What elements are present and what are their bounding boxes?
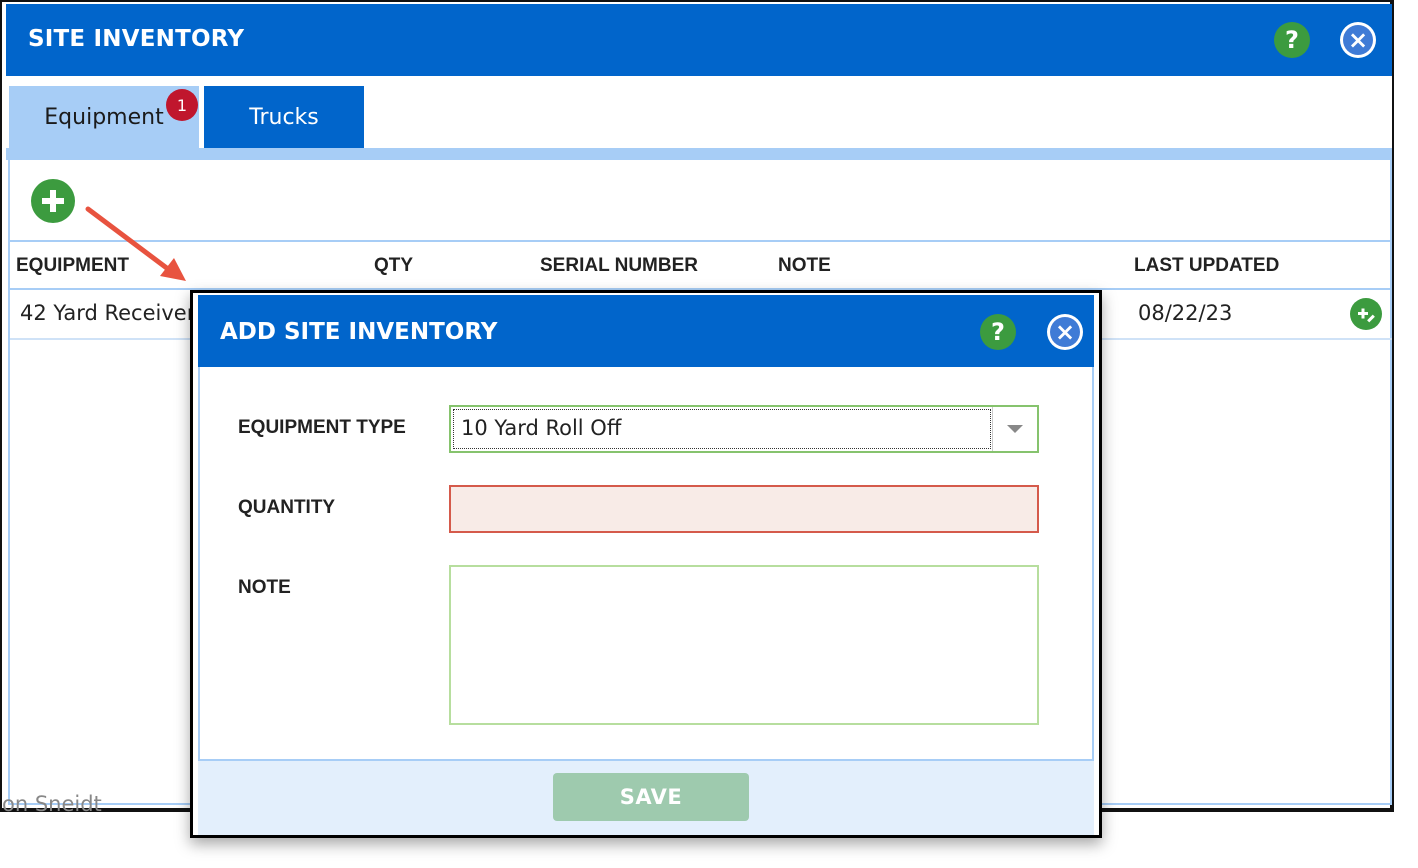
close-x-glyph: × — [1343, 25, 1373, 55]
note-textarea[interactable] — [449, 565, 1039, 725]
equipment-type-value: 10 Yard Roll Off — [461, 416, 622, 440]
window-header: SITE INVENTORY ? × — [6, 4, 1392, 76]
table-header: EQUIPMENT QTY SERIAL NUMBER NOTE LAST UP… — [10, 240, 1392, 290]
notification-badge: 1 — [166, 89, 198, 121]
tab-trucks[interactable]: Trucks — [204, 86, 364, 148]
add-equipment-button[interactable] — [31, 179, 75, 223]
dialog-close-icon[interactable]: × — [1047, 314, 1083, 350]
equipment-type-select[interactable]: 10 Yard Roll Off — [449, 405, 1039, 453]
tab-bar: Equipment Trucks — [6, 76, 1392, 160]
dialog-help-icon[interactable]: ? — [980, 314, 1016, 350]
window-title: SITE INVENTORY — [28, 26, 245, 52]
column-equipment[interactable]: EQUIPMENT — [16, 255, 129, 277]
note-label: NOTE — [238, 577, 291, 598]
cell-equipment: 42 Yard Receiver — [20, 301, 196, 325]
tab-trucks-label: Trucks — [249, 104, 319, 130]
chevron-down-icon[interactable] — [992, 407, 1037, 451]
dialog-header: ADD SITE INVENTORY ? × — [198, 295, 1094, 367]
background-text-fragment: on Sneidt — [2, 792, 102, 816]
plus-minus-icon — [1358, 308, 1375, 323]
tab-equipment-label: Equipment — [44, 104, 164, 130]
column-qty[interactable]: QTY — [374, 255, 413, 277]
dialog-footer: SAVE — [198, 761, 1094, 835]
column-note[interactable]: NOTE — [778, 255, 831, 277]
column-last-updated[interactable]: LAST UPDATED — [1134, 255, 1279, 277]
dialog-close-x-glyph: × — [1050, 317, 1080, 347]
dialog-title: ADD SITE INVENTORY — [220, 319, 498, 345]
save-button[interactable]: SAVE — [553, 773, 749, 821]
quantity-input[interactable] — [449, 485, 1039, 533]
plus-icon — [42, 190, 64, 212]
quantity-label: QUANTITY — [238, 497, 336, 518]
help-icon[interactable]: ? — [1274, 22, 1310, 58]
cell-last-updated: 08/22/23 — [1138, 301, 1233, 325]
close-icon[interactable]: × — [1340, 22, 1376, 58]
column-serial-number[interactable]: SERIAL NUMBER — [540, 255, 698, 277]
add-site-inventory-dialog: ADD SITE INVENTORY ? × EQUIPMENT TYPE 10… — [190, 290, 1102, 838]
equipment-type-label: EQUIPMENT TYPE — [238, 417, 406, 438]
tab-underline — [6, 148, 1392, 160]
edit-row-icon[interactable] — [1350, 298, 1382, 330]
